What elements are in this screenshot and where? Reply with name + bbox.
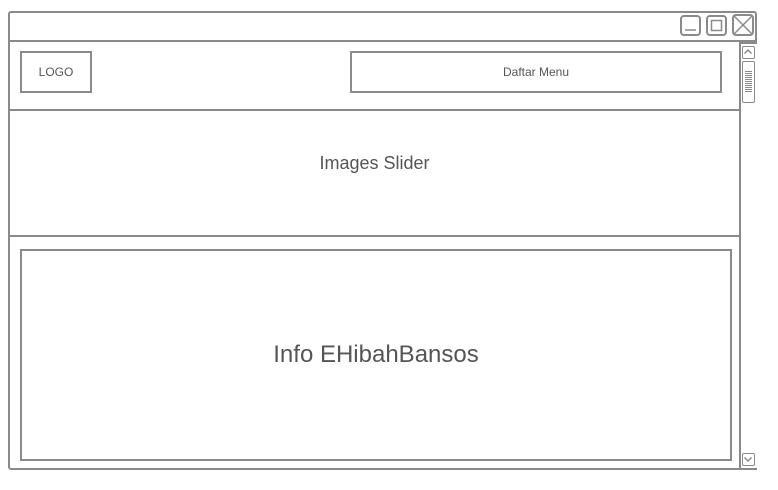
info-panel: Info EHibahBansos [20,249,732,461]
page-content: LOGO Daftar Menu Images Slider Info EHib… [10,42,739,470]
scroll-grip [745,71,752,93]
maximize-icon [710,19,723,32]
scroll-up-button[interactable] [742,46,755,59]
minimize-button[interactable] [680,15,701,36]
browser-window: LOGO Daftar Menu Images Slider Info EHib… [8,11,757,470]
images-slider[interactable]: Images Slider [10,111,739,237]
chevron-up-icon [743,48,753,55]
scroll-down-button[interactable] [742,453,755,466]
site-header: LOGO Daftar Menu [10,42,739,111]
minimize-icon [685,29,696,31]
title-bar [10,13,755,42]
maximize-button[interactable] [706,15,727,36]
close-button[interactable] [732,14,754,36]
vertical-scrollbar[interactable] [739,42,757,470]
images-slider-label: Images Slider [319,152,430,173]
scroll-thumb[interactable] [742,61,755,103]
menu-list-button[interactable]: Daftar Menu [350,51,722,93]
close-icon [734,16,752,34]
info-panel-label: Info EHibahBansos [273,341,479,368]
logo[interactable]: LOGO [20,51,92,93]
chevron-down-icon [743,456,753,463]
